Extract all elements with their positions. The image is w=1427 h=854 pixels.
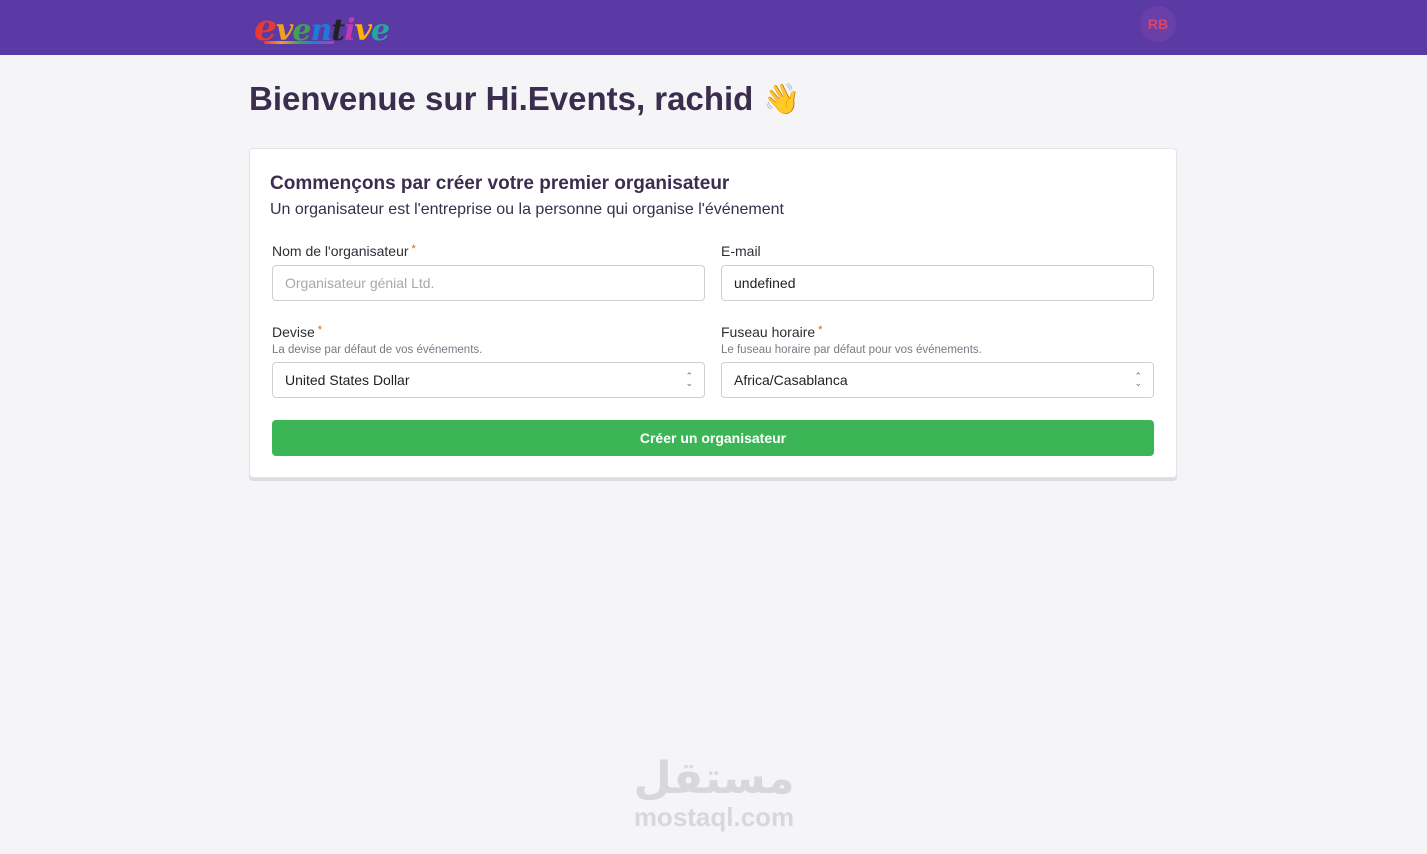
timezone-select[interactable]: Africa/Casablanca	[721, 362, 1154, 398]
email-field: E-mail undefined	[721, 243, 1154, 301]
org-name-label: Nom de l'organisateur *	[272, 243, 416, 259]
timezone-selected-value: Africa/Casablanca	[734, 372, 848, 388]
watermark-arabic: مستقل	[633, 753, 795, 804]
org-name-input[interactable]: Organisateur génial Ltd.	[272, 265, 705, 301]
create-organizer-card: Commençons par créer votre premier organ…	[249, 148, 1177, 478]
email-input[interactable]: undefined	[721, 265, 1154, 301]
eventive-logo[interactable]: eventive	[254, 8, 390, 48]
timezone-field: Fuseau horaire * Le fuseau horaire par dé…	[721, 324, 1154, 398]
welcome-text: Bienvenue sur Hi.Events, rachid	[249, 80, 754, 117]
email-label: E-mail	[721, 243, 761, 259]
currency-field: Devise * La devise par défaut de vos évén…	[272, 324, 705, 398]
required-mark: *	[317, 324, 323, 336]
watermark-latin: mostaql.com	[633, 802, 795, 832]
waving-hand-icon: 👋	[763, 82, 801, 116]
required-mark: *	[411, 243, 416, 255]
timezone-label: Fuseau horaire *	[721, 324, 823, 340]
card-subtitle: Un organisateur est l'entreprise ou la p…	[270, 201, 784, 218]
page-title: Bienvenue sur Hi.Events, rachid 👋	[249, 80, 801, 118]
currency-label: Devise *	[272, 324, 323, 340]
user-avatar[interactable]: RB	[1140, 6, 1176, 42]
mostaql-watermark: مستقل mostaql.com	[622, 753, 806, 832]
chevron-up-down-icon: ⌃ ⌄	[685, 371, 693, 388]
currency-description: La devise par défaut de vos événements.	[272, 344, 483, 356]
create-organizer-button[interactable]: Créer un organisateur	[272, 420, 1154, 456]
currency-select[interactable]: United States Dollar	[272, 362, 705, 398]
currency-selected-value: United States Dollar	[285, 372, 410, 388]
card-title: Commençons par créer votre premier organ…	[270, 173, 730, 194]
required-mark: *	[818, 324, 823, 336]
chevron-up-down-icon: ⌃ ⌄	[1134, 371, 1142, 388]
top-navbar: eventive RB	[0, 0, 1427, 55]
org-name-field: Nom de l'organisateur * Organisateur géni…	[272, 243, 705, 301]
timezone-description: Le fuseau horaire par défaut pour vos év…	[721, 344, 982, 356]
logo-underline	[264, 41, 334, 44]
